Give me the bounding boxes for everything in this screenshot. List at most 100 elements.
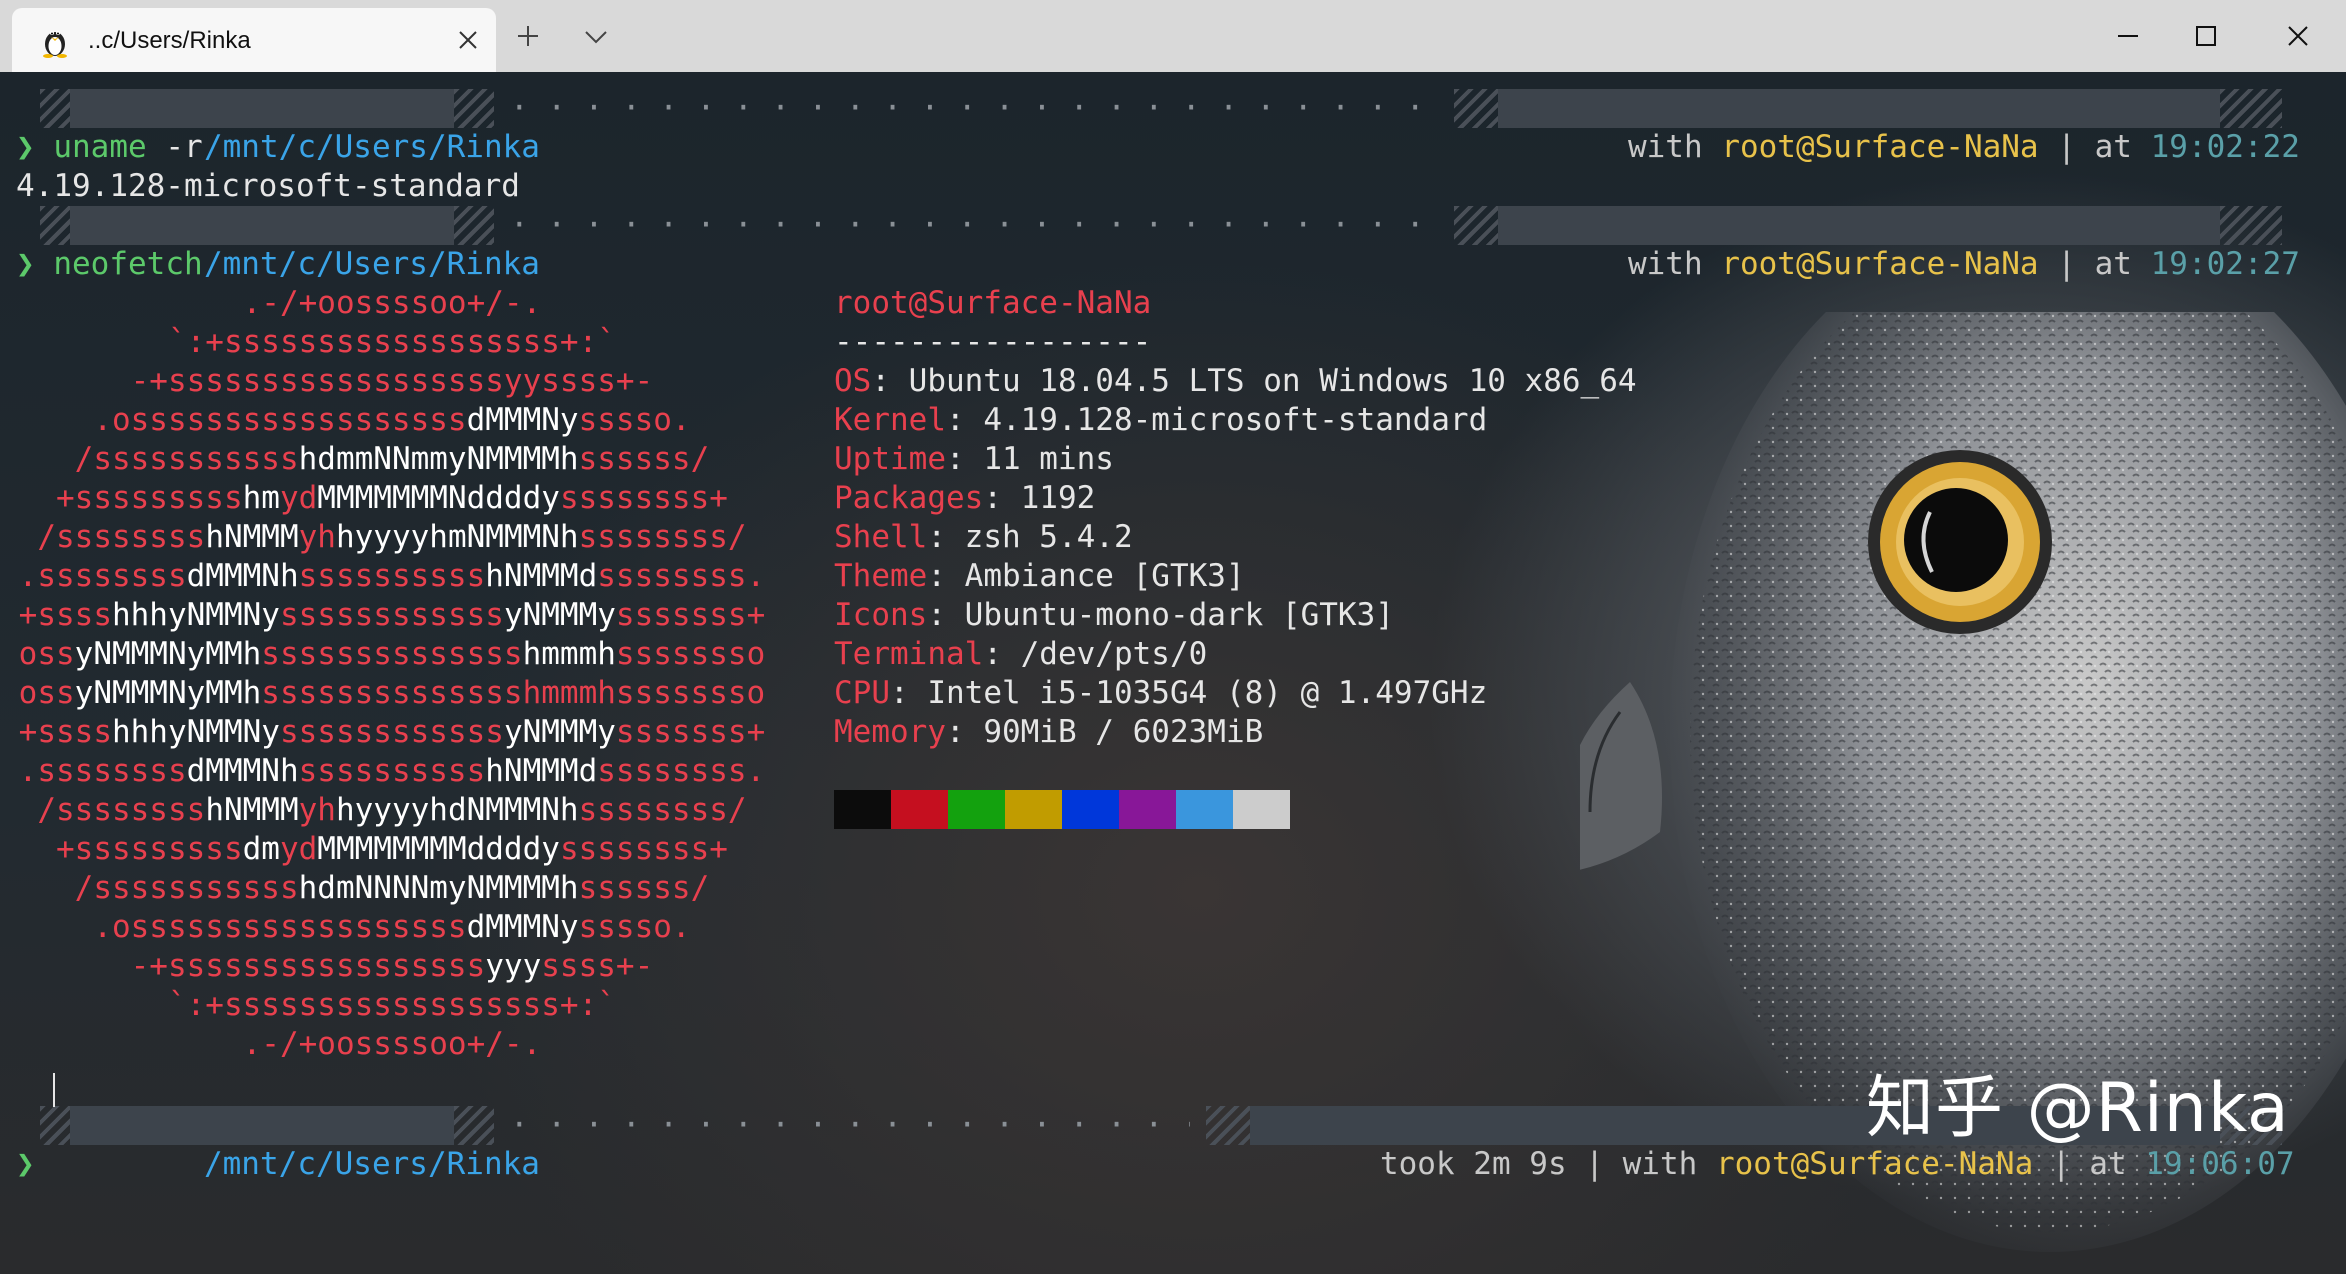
prompt-user-host: root@Surface-NaNa [1721, 129, 2039, 165]
ascii-logo-segment: -+sssssssssssssssss [0, 948, 486, 984]
ascii-logo-segment: ssssssssss [298, 558, 486, 594]
prompt-status-bar: /mnt/c/Users/Rinka · · · · · · · · · · ·… [0, 206, 2346, 282]
prompt-user-host: root@Surface-NaNa [1721, 246, 2039, 282]
prompt-chevron-icon: ❯ [16, 129, 35, 165]
palette-color-block [834, 790, 891, 829]
ascii-logo-segment: `:+ssssssssssssssssss+:` [0, 324, 616, 360]
neofetch-info-row: Uptime: 11 mins [834, 441, 1114, 477]
info-key: Shell [834, 519, 928, 555]
minimize-icon[interactable] [2092, 12, 2164, 60]
command-line: ❯ uname -r [16, 129, 203, 165]
ascii-logo-line: /sssssssshNMMMyhhyyyyhdNMMMNhssssssss/ [0, 791, 765, 830]
text-cursor [53, 1073, 55, 1107]
path-segment: /mnt/ [203, 129, 298, 165]
prompt-status-bar: /mnt/c/Users/Rinka · · · · · · · · · · ·… [0, 89, 2346, 165]
terminal-tab[interactable]: ..c/Users/Rinka [12, 8, 496, 72]
ascii-logo-segment: sssssss+ [615, 714, 766, 750]
ascii-logo-segment: +sssssssss [0, 831, 243, 867]
ascii-logo-line: +sssshhhyNMMNyssssssssssssyNMMMysssssss+ [0, 596, 766, 635]
ascii-logo-line: `:+ssssssssssssssssss+:` [0, 986, 765, 1025]
neofetch-info-row: Shell: zsh 5.4.2 [834, 519, 1133, 555]
ascii-logo-segment: dMMMNh [186, 753, 299, 789]
info-key: CPU [834, 675, 890, 711]
ascii-logo-segment: hyyyyhdNMMMNh [335, 792, 579, 828]
ascii-logo-segment: hmmmh [522, 636, 616, 672]
ascii-logo-segment: `:+ssssssssssssssssss+:` [0, 987, 616, 1023]
ascii-logo-segment: hdmmNNmmyNMMMMh [298, 441, 579, 477]
ascii-logo-segment: dm [242, 831, 280, 867]
path-user-dir: Rinka [446, 1146, 540, 1182]
prompt-filler-dots: · · · · · · · · · · · · · · · · · · · · … [510, 207, 1425, 243]
ascii-logo-segment: ssss+- [541, 948, 654, 984]
ascii-logo-segment: yNMMMy [503, 714, 616, 750]
neofetch-info-row: Terminal: /dev/pts/0 [834, 636, 1208, 672]
ascii-logo-line: .ssssssssdMMMNhsssssssssshNMMMdssssssss. [0, 752, 766, 791]
info-value: zsh 5.4.2 [964, 519, 1133, 555]
command-name: neofetch [53, 246, 203, 282]
palette-color-block [891, 790, 948, 829]
ascii-logo-line: /ssssssssssshdmmNNmmyNMMMMhssssss/ [0, 440, 765, 479]
prompt-filler-dots: · · · · · · · · · · · · · · · · · · · · … [510, 1107, 1190, 1143]
color-palette-blocks [834, 790, 1290, 829]
info-value: Ambiance [GTK3] [964, 558, 1245, 594]
info-value: Intel i5-1035G4 (8) @ 1.497GHz [927, 675, 1488, 711]
ascii-logo-segment: hNMMMd [485, 753, 598, 789]
ascii-logo-segment: hyyyyhmNMMMNh [335, 519, 579, 555]
ascii-logo-segment: hNMMM [205, 519, 299, 555]
palette-color-block [1176, 790, 1233, 829]
watermark-text: 知乎 @Rinka [1866, 1069, 2290, 1148]
info-key: Terminal [834, 636, 984, 672]
neofetch-info-row: Packages: 1192 [834, 480, 1096, 516]
prompt-time: 19:06:07 [2145, 1146, 2295, 1182]
path-user-dir: Rinka [446, 246, 540, 282]
terminal-pane[interactable]: /mnt/c/Users/Rinka · · · · · · · · · · ·… [0, 72, 2346, 1274]
ascii-logo-segment: hhhyNMMNy [111, 714, 280, 750]
info-key: Uptime [834, 441, 946, 477]
info-value: Ubuntu 18.04.5 LTS on Windows 10 x86_64 [908, 363, 1637, 399]
prompt-chevron-icon: ❯ [16, 246, 35, 282]
ascii-logo-segment: /sssssssssss [0, 441, 299, 477]
ascii-logo-segment: +sssssssss [0, 480, 243, 516]
neofetch-info-row: OS: Ubuntu 18.04.5 LTS on Windows 10 x86… [834, 363, 1637, 399]
ascii-logo-segment: ssssss/ [578, 870, 710, 906]
command-line: ❯ neofetch [16, 245, 203, 284]
palette-color-block [1062, 790, 1119, 829]
new-tab-plus-icon[interactable] [504, 12, 552, 60]
tab-close-icon[interactable] [448, 20, 488, 60]
info-key: Kernel [834, 402, 946, 438]
neofetch-separator: ----------------- [834, 324, 1152, 360]
ascii-logo-segment: hhhyNMMNy [111, 597, 280, 633]
maximize-icon[interactable] [2170, 12, 2242, 60]
ascii-logo-segment: ssssssss+ [559, 480, 728, 516]
ascii-logo-line: +sssshhhyNMMNyssssssssssssyNMMMysssssss+ [0, 713, 766, 752]
ascii-logo-segment: /ssssssss [0, 519, 206, 555]
command-line-input[interactable]: ❯ [16, 1145, 35, 1184]
ascii-logo-segment: .-/+oossssoo+/-. [0, 285, 542, 321]
path-user-dir: Rinka [446, 129, 540, 165]
ascii-logo-segment: .ossssssssssssssssss [0, 909, 467, 945]
ascii-logo-line: `:+ssssssssssssssssss+:` [0, 323, 765, 362]
ascii-logo-segment: sssso. [578, 909, 691, 945]
palette-color-block [1119, 790, 1176, 829]
prompt-chevron-icon: ❯ [16, 1146, 35, 1182]
ascii-logo-line: .ossssssssssssssssssdMMMNysssso. [0, 908, 765, 947]
info-key: Memory [834, 714, 946, 750]
command-output: 4.19.128-microsoft-standard [16, 168, 520, 204]
ascii-logo-segment: ssssssssssss [279, 714, 504, 750]
window-close-icon[interactable] [2262, 12, 2334, 60]
title-bar: ..c/Users/Rinka [0, 0, 2346, 72]
ascii-logo-segment: ssssssss+ [559, 831, 728, 867]
ascii-logo-segment: yNMMMNyMMh [74, 636, 262, 672]
ascii-logo-segment: yNMMMNyMMh [74, 675, 262, 711]
tab-dropdown-chevron-icon[interactable] [572, 12, 620, 60]
ascii-logo-segment: oss [0, 636, 75, 672]
ascii-logo-line: .-/+oossssoo+/-. [0, 284, 765, 323]
ascii-logo-segment: ssssssss. [597, 558, 766, 594]
prompt-filler-dots: · · · · · · · · · · · · · · · · · · · · … [510, 90, 1425, 126]
ascii-logo-line: -+ssssssssssssssssssyyssss+- [0, 362, 765, 401]
ascii-logo-line: +ssssssssshmydMMMMMMMNddddyssssssss+ [0, 479, 765, 518]
ascii-logo-segment: .ssssssss [0, 753, 187, 789]
info-value: /dev/pts/0 [1020, 636, 1208, 672]
linux-tux-icon [43, 31, 67, 58]
info-value: Ubuntu-mono-dark [GTK3] [964, 597, 1394, 633]
